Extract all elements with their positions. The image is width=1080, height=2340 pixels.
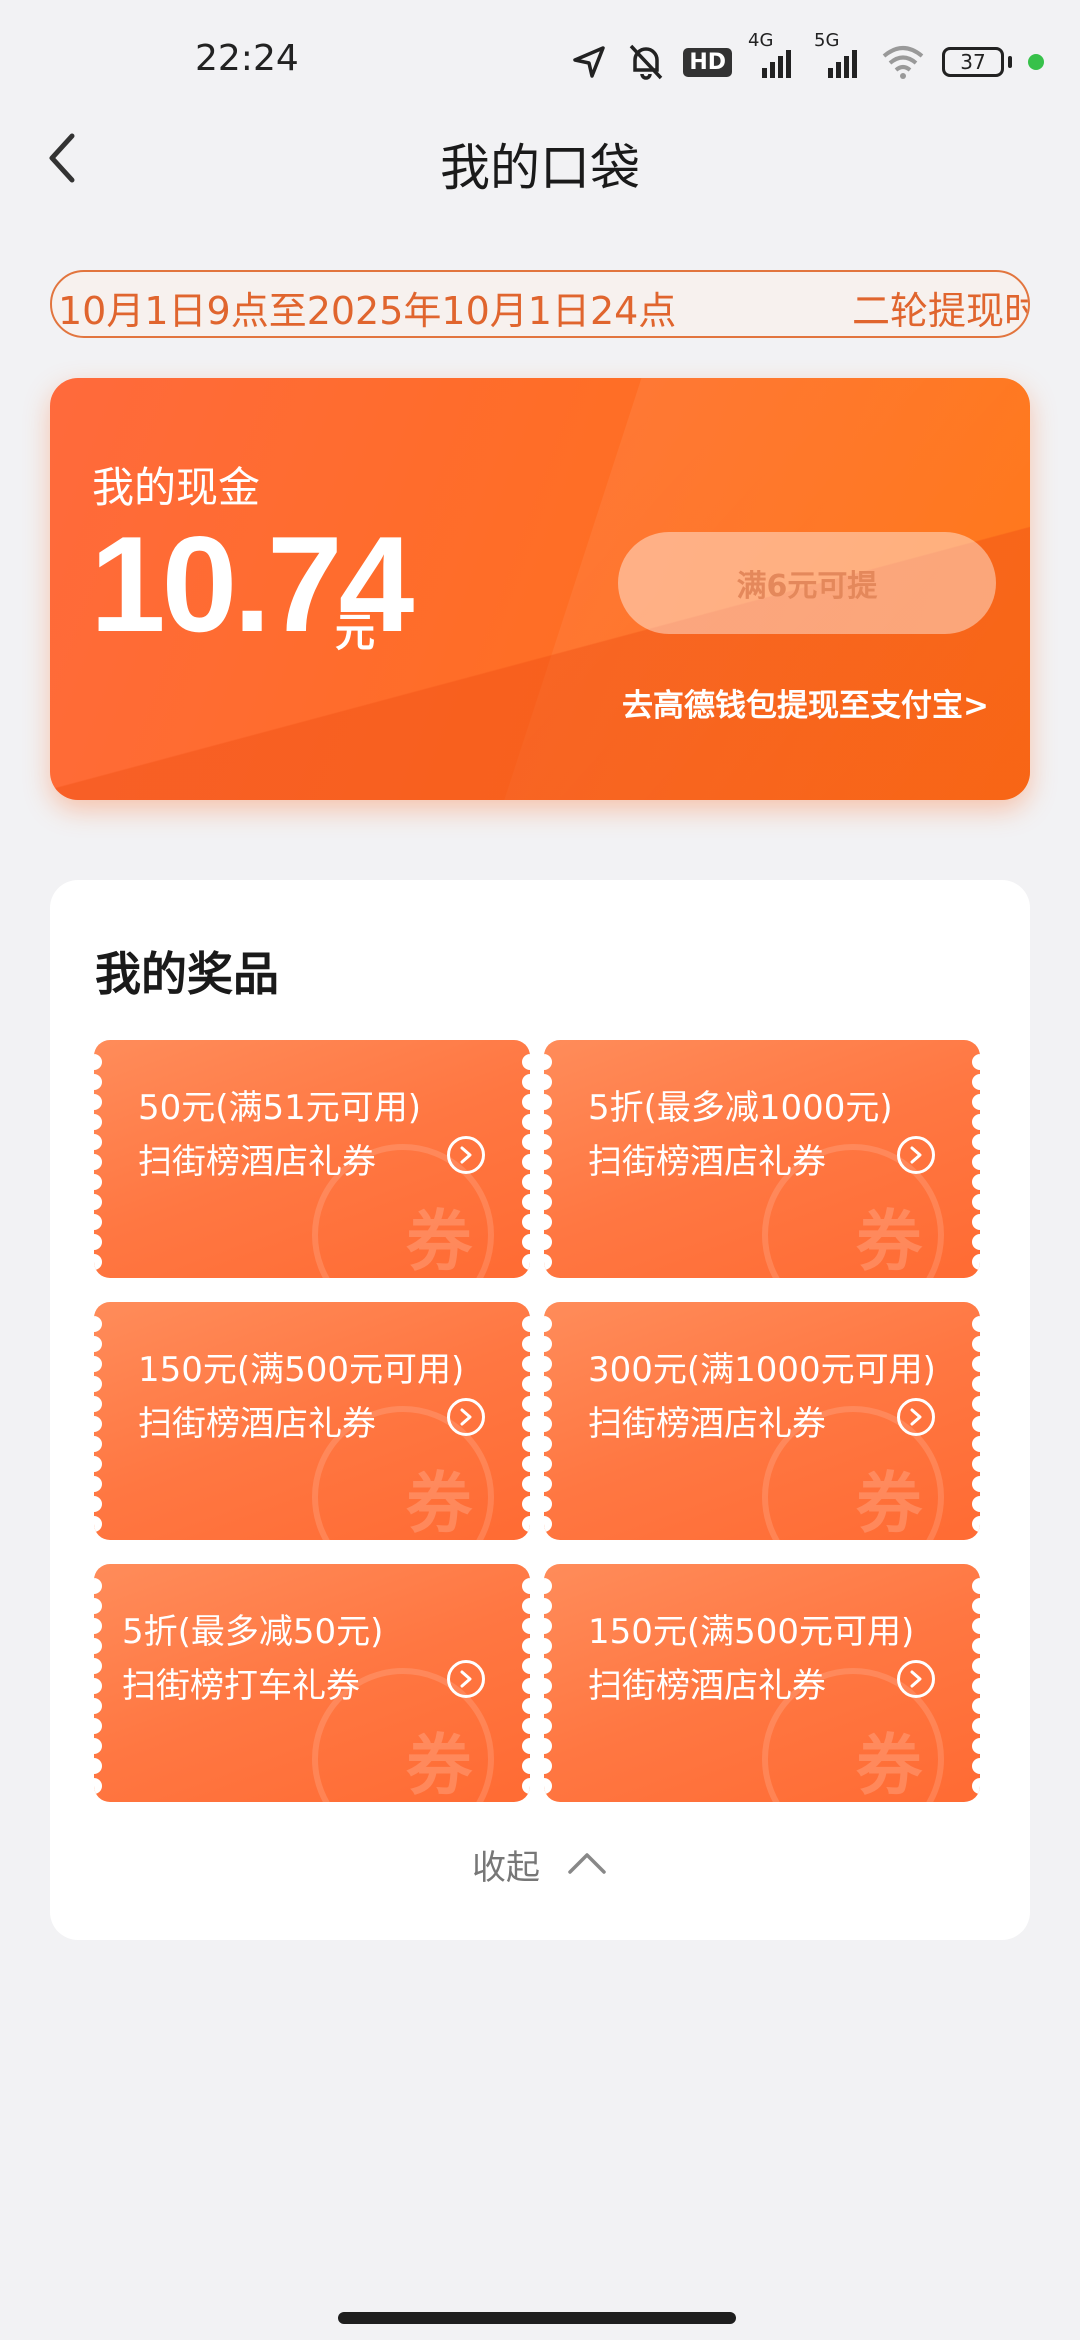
coupon-type: 扫街榜打车礼券 bbox=[122, 1666, 360, 1706]
notice-marquee: 10月1日9点至2025年10月1日24点 二轮提现时 bbox=[50, 270, 1030, 338]
signal-4g-icon: 4G bbox=[748, 30, 798, 80]
header: 我的口袋 bbox=[0, 110, 1080, 210]
chevron-right-circle-icon[interactable] bbox=[447, 1136, 485, 1174]
coupon-watermark: 券 bbox=[856, 1727, 922, 1802]
chevron-right-circle-icon[interactable] bbox=[447, 1398, 485, 1436]
wifi-icon bbox=[880, 44, 926, 80]
coupon-card[interactable]: 券 300元(满1000元可用) 扫街榜酒店礼券 bbox=[544, 1302, 980, 1540]
page-title: 我的口袋 bbox=[440, 139, 640, 197]
coupon-value: 300元(满1000元可用) bbox=[588, 1350, 936, 1390]
coupon-watermark: 券 bbox=[406, 1465, 472, 1540]
coupon-card[interactable]: 券 5折(最多减50元) 扫街榜打车礼券 bbox=[94, 1564, 530, 1802]
coupon-type: 扫街榜酒店礼券 bbox=[138, 1142, 376, 1182]
coupon-card[interactable]: 券 5折(最多减1000元) 扫街榜酒店礼券 bbox=[544, 1040, 980, 1278]
coupon-watermark: 券 bbox=[406, 1203, 472, 1278]
status-icons: HD 4G 5G 37 bbox=[569, 30, 1044, 84]
coupon-watermark: 券 bbox=[856, 1203, 922, 1278]
chevron-right-circle-icon[interactable] bbox=[897, 1398, 935, 1436]
coupon-value: 5折(最多减1000元) bbox=[588, 1088, 893, 1128]
coupon-type: 扫街榜酒店礼券 bbox=[588, 1666, 826, 1706]
coupon-value: 5折(最多减50元) bbox=[122, 1612, 384, 1652]
coupon-type: 扫街榜酒店礼券 bbox=[588, 1142, 826, 1182]
coupon-card[interactable]: 券 50元(满51元可用) 扫街榜酒店礼券 bbox=[94, 1040, 530, 1278]
withdraw-button[interactable]: 满6元可提 bbox=[618, 532, 996, 634]
coupon-value: 150元(满500元可用) bbox=[588, 1612, 915, 1652]
status-time: 22:24 bbox=[195, 38, 299, 79]
coupon-watermark: 券 bbox=[406, 1727, 472, 1802]
chevron-up-icon bbox=[566, 1850, 608, 1880]
coupon-type: 扫街榜酒店礼券 bbox=[138, 1404, 376, 1444]
chevron-right-circle-icon[interactable] bbox=[447, 1660, 485, 1698]
silent-bell-icon bbox=[625, 42, 667, 82]
marquee-text-left: 10月1日9点至2025年10月1日24点 bbox=[58, 289, 677, 333]
prize-section-title: 我的奖品 bbox=[95, 947, 279, 1001]
collapse-label: 收起 bbox=[472, 1848, 540, 1888]
green-dot-icon bbox=[1028, 54, 1044, 70]
status-bar: 22:24 HD 4G 5G 37 bbox=[0, 0, 1080, 120]
signal-5g-icon: 5G bbox=[814, 30, 864, 80]
cash-unit: 元 bbox=[335, 610, 375, 656]
collapse-button[interactable]: 收起 bbox=[50, 1840, 1030, 1889]
network-4g-label: 4G bbox=[748, 30, 774, 51]
battery-level: 37 bbox=[942, 47, 1004, 77]
hd-icon: HD bbox=[683, 47, 732, 77]
network-5g-label: 5G bbox=[814, 30, 840, 51]
coupon-watermark: 券 bbox=[856, 1465, 922, 1540]
coupon-value: 50元(满51元可用) bbox=[138, 1088, 422, 1128]
chevron-right-circle-icon[interactable] bbox=[897, 1136, 935, 1174]
coupon-card[interactable]: 券 150元(满500元可用) 扫街榜酒店礼券 bbox=[544, 1564, 980, 1802]
alipay-withdraw-link[interactable]: 去高德钱包提现至支付宝> bbox=[622, 680, 989, 725]
coupon-value: 150元(满500元可用) bbox=[138, 1350, 465, 1390]
chevron-right-circle-icon[interactable] bbox=[897, 1660, 935, 1698]
home-indicator[interactable] bbox=[338, 2312, 736, 2324]
marquee-text-right: 二轮提现时 bbox=[852, 289, 1030, 333]
coupon-type: 扫街榜酒店礼券 bbox=[588, 1404, 826, 1444]
prize-panel: 我的奖品 券 50元(满51元可用) 扫街榜酒店礼券券 5折(最多减1000元) 扫街榜… bbox=[50, 880, 1030, 1940]
battery-icon: 37 bbox=[942, 47, 1012, 77]
location-icon bbox=[569, 42, 609, 82]
coupon-card[interactable]: 券 150元(满500元可用) 扫街榜酒店礼券 bbox=[94, 1302, 530, 1540]
cash-card: 我的现金 10.74 元 满6元可提 去高德钱包提现至支付宝> bbox=[50, 378, 1030, 800]
